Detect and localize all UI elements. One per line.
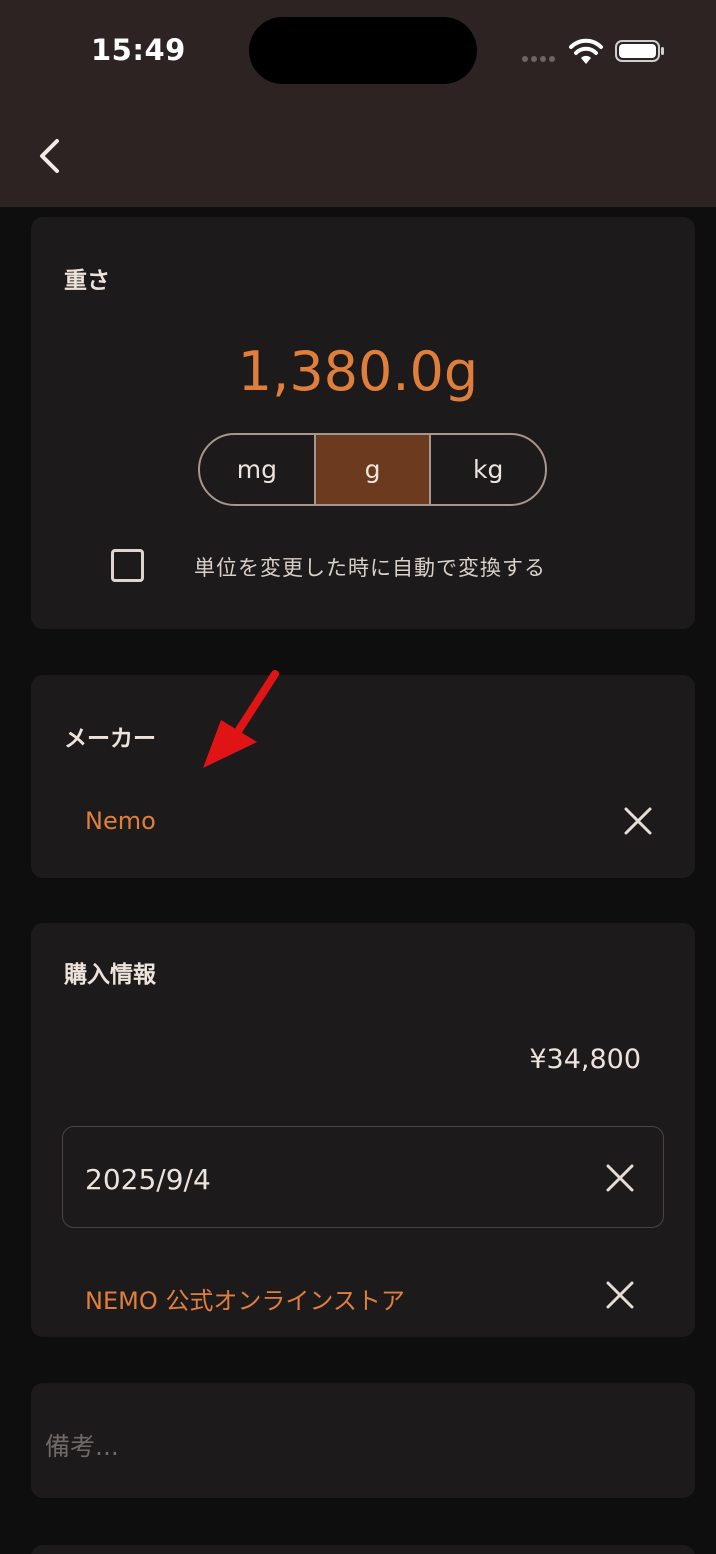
- status-time: 15:49: [91, 33, 186, 67]
- annotation-arrow-icon: [203, 670, 279, 768]
- purchase-title: 購入情報: [64, 962, 156, 988]
- notes-placeholder: 備考...: [45, 1432, 119, 1461]
- back-button[interactable]: [28, 130, 70, 182]
- auto-convert-checkbox[interactable]: [111, 549, 144, 582]
- store-value[interactable]: NEMO 公式オンラインストア: [85, 1281, 405, 1316]
- top-bar: 15:49: [0, 0, 716, 207]
- unit-option-mg[interactable]: mg: [200, 435, 314, 504]
- cellular-signal-icon: [522, 56, 555, 62]
- weight-title: 重さ: [64, 268, 110, 294]
- maker-value[interactable]: Nemo: [85, 807, 156, 835]
- purchase-date-value: 2025/9/4: [85, 1163, 211, 1196]
- maker-title: メーカー: [64, 726, 156, 752]
- dynamic-island: [249, 17, 477, 84]
- unit-option-kg[interactable]: kg: [429, 435, 545, 504]
- clear-store-icon[interactable]: [605, 1280, 635, 1310]
- weight-value[interactable]: 1,380.0g: [0, 340, 716, 403]
- screen: 15:49 重さ 1,380.0g mg g kg 単位を変更した時に自動で変換…: [0, 0, 716, 1554]
- notes-field[interactable]: [31, 1383, 695, 1498]
- unit-segmented-control: mg g kg: [198, 433, 547, 506]
- maker-card: メーカー: [31, 675, 695, 878]
- price-value: ¥34,800: [529, 1044, 641, 1075]
- unit-option-g[interactable]: g: [313, 435, 430, 504]
- chevron-left-icon: [40, 139, 59, 173]
- wifi-icon: [569, 38, 603, 64]
- clear-date-icon[interactable]: [605, 1163, 635, 1193]
- clear-maker-icon[interactable]: [623, 806, 653, 836]
- battery-icon: [615, 40, 664, 62]
- next-card: [31, 1545, 695, 1554]
- auto-convert-label: 単位を変更した時に自動で変換する: [194, 556, 546, 580]
